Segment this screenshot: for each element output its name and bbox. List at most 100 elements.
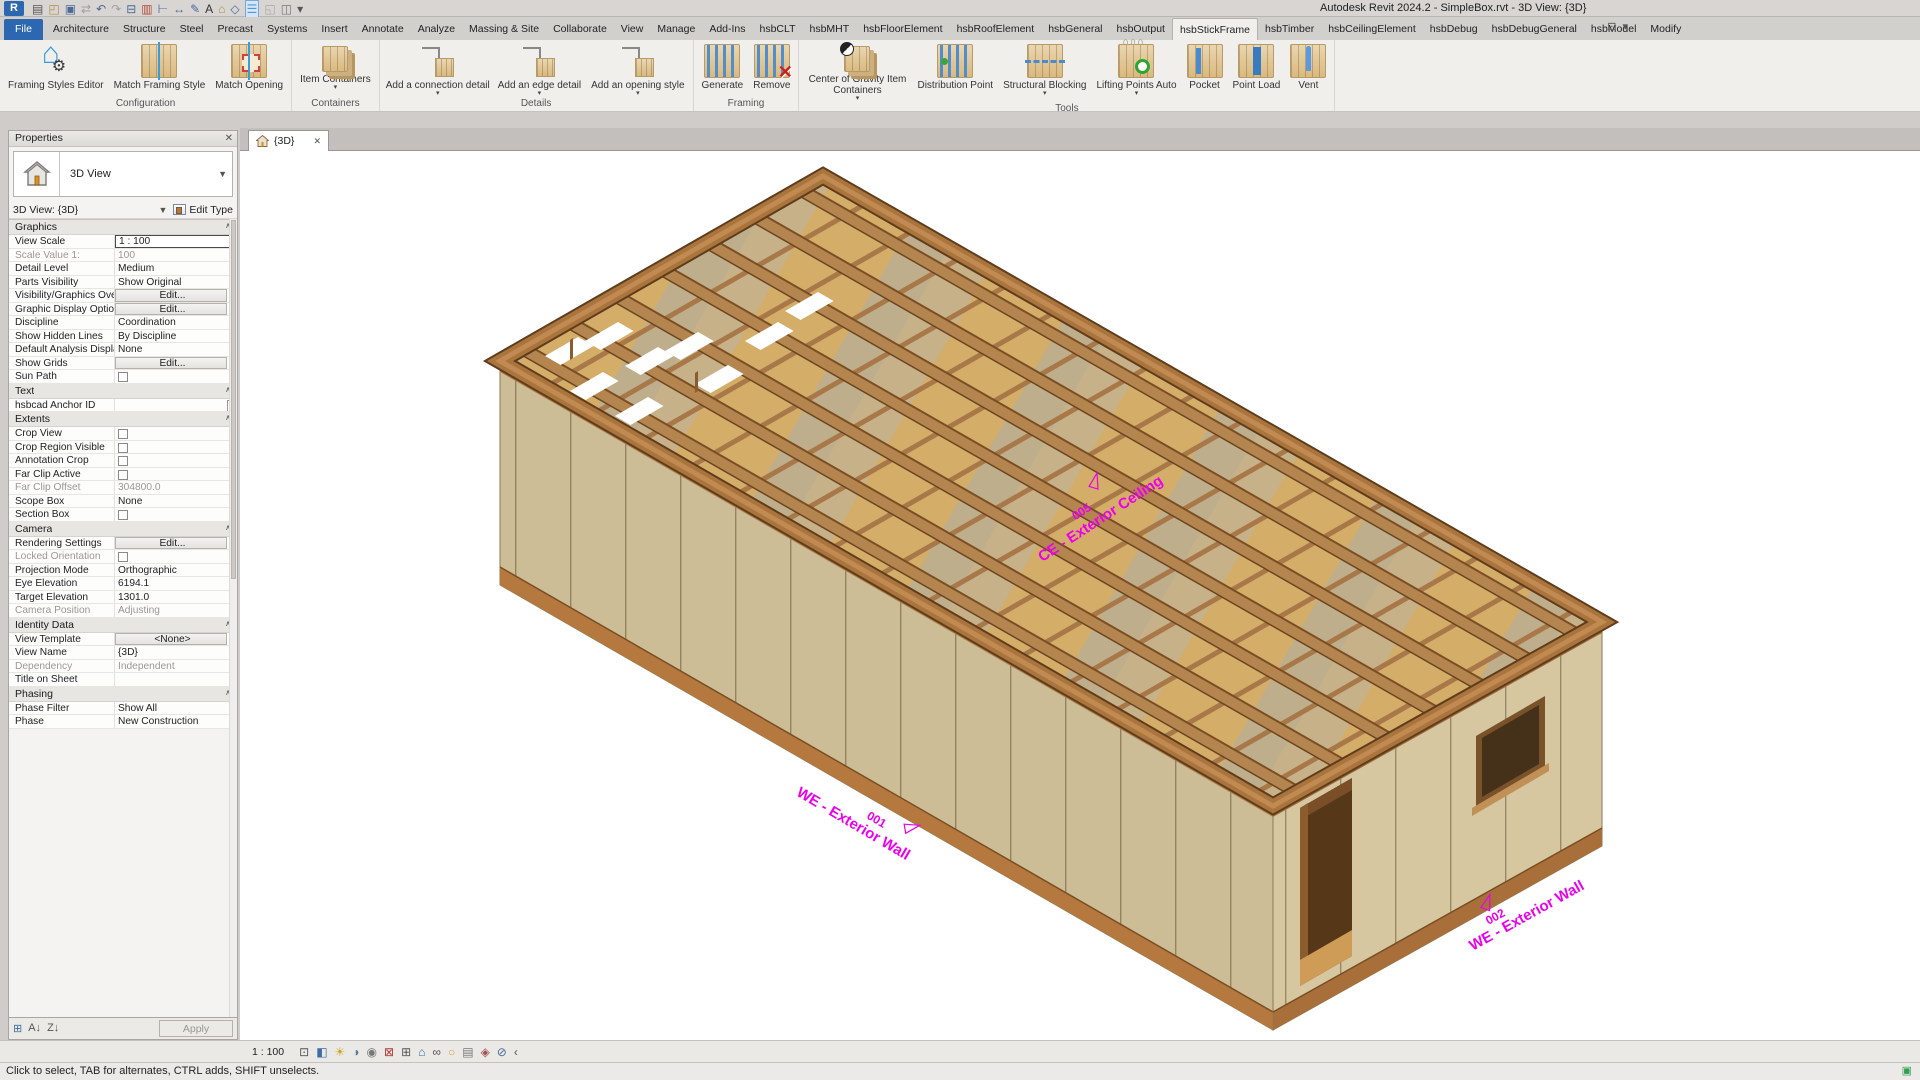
qat-undo-icon[interactable]: ↶ [96,1,106,17]
ribbon-button-vent[interactable]: Vent [1285,42,1331,91]
footer-sort-ascending-icon[interactable]: A↓ [28,1022,41,1035]
tab-annotate[interactable]: Annotate [355,18,411,40]
tab-massing-site[interactable]: Massing & Site [462,18,546,40]
vcb-reveal-hidden-elements-icon[interactable]: ○ [448,1042,455,1062]
vcb-worksharing-display-icon[interactable]: ▤ [462,1042,473,1062]
qat-delete-icon[interactable]: ▥ [141,1,152,17]
apply-button[interactable]: Apply [159,1020,233,1037]
ribbon-button-icon [937,44,973,78]
qat-default-3d-view-icon[interactable]: ⌂ [218,1,225,17]
ribbon-button-add-an-edge-detail[interactable]: Add an edge detail [493,42,586,97]
tab-hsbdebuggeneral[interactable]: hsbDebugGeneral [1485,18,1584,40]
tab-precast[interactable]: Precast [211,18,261,40]
qat-qat-customize-icon[interactable]: ▾ [297,1,303,17]
type-selector-label: 3D View [70,168,111,180]
property-far-clip-offset: Far Clip Offset 304800.0 [9,481,237,495]
ribbon-button-add-an-opening-style[interactable]: Add an opening style [586,42,689,97]
tab-hsbroofelement[interactable]: hsbRoofElement [950,18,1042,40]
footer-properties-help-icon[interactable]: ⊞ [13,1022,22,1035]
property-camera: Camera [9,522,237,537]
ribbon-button-distribution-point[interactable]: Distribution Point [912,42,998,91]
ribbon-button-remove[interactable]: Remove [748,42,795,91]
tab-manage[interactable]: Manage [650,18,702,40]
door-opening[interactable] [1300,778,1352,986]
tab-hsbceilingelement[interactable]: hsbCeilingElement [1321,18,1423,40]
revit-logo[interactable]: R [4,1,24,16]
ribbon-button-lifting-points-auto[interactable]: Lifting Points Auto [1091,42,1181,97]
tab-insert[interactable]: Insert [314,18,354,40]
vcb-collapse-icon[interactable]: ‹ [514,1042,518,1062]
tab-file[interactable]: File [4,19,43,40]
qat-recent-documents-icon[interactable]: ▤ [32,1,43,17]
view-selector[interactable]: 3D View: {3D} ▼ [13,204,169,216]
qat-switch-windows-icon[interactable]: ◫ [281,1,292,17]
vcb-locked-3d-view-icon[interactable]: ⌂ [418,1042,425,1062]
tab-structure[interactable]: Structure [116,18,173,40]
ribbon-button-generate[interactable]: Generate [697,42,749,91]
qat-sync-with-central-icon[interactable]: ⇄ [81,1,91,17]
tab-hsbdebug[interactable]: hsbDebug [1423,18,1485,40]
drawing-area[interactable]: {3D} ✕ [240,112,1920,1040]
qat-redo-icon[interactable]: ↷ [111,1,121,17]
group-label: Containers [292,97,379,111]
tab-hsbfloorelement[interactable]: hsbFloorElement [856,18,949,40]
chevron-down-icon: ▼ [158,205,167,215]
vcb-shadows-icon[interactable]: ◑ [352,1042,359,1062]
vcb-temporary-hide-isolate-icon[interactable]: ∞ [432,1042,441,1062]
status-editable-only-icon[interactable]: ▣ [1902,1064,1912,1077]
vcb-detail-level-icon[interactable]: ⊡ [299,1042,309,1062]
ribbon-button-icon [1238,44,1274,78]
tab-systems[interactable]: Systems [260,18,314,40]
tab-steel[interactable]: Steel [173,18,211,40]
ribbon-button-pocket[interactable]: Pocket [1182,42,1228,91]
tab-modify[interactable]: Modify [1643,18,1688,40]
property-camera-position: Camera Position Adjusting [9,604,237,618]
tab-hsbmht[interactable]: hsbMHT [803,18,857,40]
tab-hsbstickframe[interactable]: hsbStickFrame [1172,18,1258,40]
ribbon-button-item-containers[interactable]: Item Containers [295,42,376,91]
tab-hsbclt[interactable]: hsbCLT [753,18,803,40]
ribbon-icon-ribbon-cycle-icon[interactable]: ▾ [1622,20,1628,33]
qat-aligned-dimension-icon[interactable]: ↔ [173,1,185,17]
group-label: Details [380,97,693,111]
ribbon-icon-ribbon-display-icon[interactable]: ⊡ [1607,20,1616,33]
qat-tag-icon[interactable]: ✎ [190,1,200,17]
qat-close-inactive-icon[interactable]: ◱ [264,1,275,17]
tab-collaborate[interactable]: Collaborate [546,18,614,40]
chevron-down-icon[interactable]: ▼ [218,169,227,179]
vcb-visual-style-icon[interactable]: ◧ [316,1042,327,1062]
qat-save-icon[interactable]: ▣ [65,1,76,17]
qat-text-icon[interactable]: A [205,1,213,17]
ribbon-button-structural-blocking[interactable]: Structural Blocking [998,42,1091,97]
properties-scrollbar[interactable] [229,219,237,1017]
vcb-displaced-elements-icon[interactable]: ◈ [481,1042,490,1062]
scale-button[interactable]: 1 : 100 [252,1046,284,1058]
tab-hsbtimber[interactable]: hsbTimber [1258,18,1321,40]
type-selector[interactable]: 3D View ▼ [13,151,233,197]
tab-add-ins[interactable]: Add-Ins [702,18,752,40]
ribbon-button-framing-styles-editor[interactable]: Framing Styles Editor [3,42,109,91]
3d-model-view[interactable]: 005 CE - Exterior Ceiling 001 WE - Exter… [240,126,1920,1040]
vcb-sun-path-icon[interactable]: ☀ [335,1042,346,1062]
tab-view[interactable]: View [614,18,651,40]
qat-thin-lines-icon[interactable]: ☰ [245,0,260,18]
vcb-crop-view-icon[interactable]: ⊠ [384,1042,394,1062]
qat-open-icon[interactable]: ◰ [48,1,59,17]
qat-measure-icon[interactable]: ⊢ [158,1,168,17]
ribbon-button-point-load[interactable]: Point Load [1228,42,1286,91]
ribbon-button-match-framing-style[interactable]: Match Framing Style [109,42,211,91]
tab-analyze[interactable]: Analyze [411,18,462,40]
ribbon-button-add-a-connection-detail[interactable]: Add a connection detail [383,42,493,97]
vcb-rendering-dialog-icon[interactable]: ◉ [367,1042,377,1062]
ribbon-button-center-of-gravity-item-containers[interactable]: Center of Gravity Item Containers [802,42,912,102]
close-icon[interactable]: ✕ [225,131,233,146]
scrollbar-thumb[interactable] [231,220,236,579]
footer-sort-descending-icon[interactable]: Z↓ [47,1022,59,1035]
tab-hsbgeneral[interactable]: hsbGeneral [1041,18,1109,40]
qat-section-icon[interactable]: ◇ [230,1,239,17]
vcb-show-crop-region-icon[interactable]: ⊞ [401,1042,411,1062]
ribbon-button-match-opening[interactable]: Match Opening [210,42,288,91]
qat-print-icon[interactable]: ⊟ [126,1,136,17]
edit-type-button[interactable]: Edit Type [173,204,233,216]
vcb-reveal-constraints-icon[interactable]: ⊘ [497,1042,507,1062]
